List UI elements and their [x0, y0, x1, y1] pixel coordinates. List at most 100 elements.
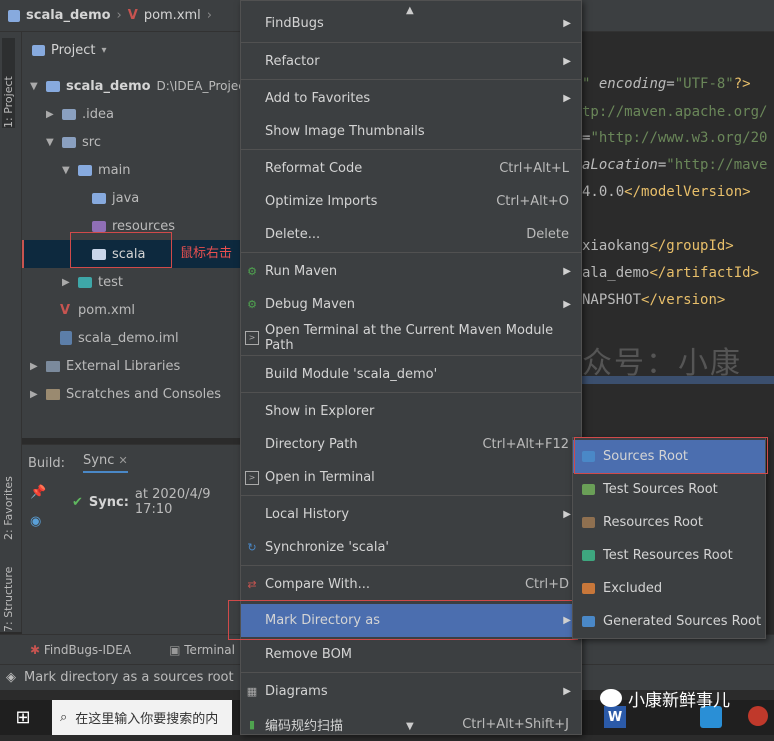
- code-line: ="http://www.w3.org/20: [582, 130, 768, 146]
- module-file-icon: [60, 331, 72, 345]
- menu-item-label: Directory Path: [265, 437, 358, 452]
- code-line: NAPSHOT</version>: [582, 292, 726, 308]
- tree-item-pom[interactable]: V pom.xml: [60, 296, 135, 324]
- menu-separator: [241, 355, 581, 356]
- windows-start-icon[interactable]: ⊞: [0, 707, 46, 728]
- menu-item-diagrams[interactable]: ▦ Diagrams ▶: [241, 675, 581, 708]
- left-toolbar: 1: Project 2: Favorites 7: Structure: [0, 32, 22, 632]
- submenu-item-generated-sources-root[interactable]: Generated Sources Root: [573, 605, 765, 638]
- breadcrumb-project[interactable]: scala_demo: [26, 8, 111, 23]
- tab-favorites[interactable]: 2: Favorites: [2, 450, 15, 540]
- menu-item-local-history[interactable]: Local History ▶: [241, 498, 581, 531]
- menu-item-open-terminal-maven[interactable]: > Open Terminal at the Current Maven Modu…: [241, 321, 581, 354]
- maven-file-icon: V: [60, 302, 71, 318]
- menu-item-shortcut: Ctrl+Alt+F12: [482, 437, 569, 452]
- code-line: " encoding="UTF-8"?>: [582, 76, 751, 92]
- tree-item-label: Scratches and Consoles: [66, 386, 222, 402]
- menu-item-label: Run Maven: [265, 264, 338, 279]
- menu-item-directory-path[interactable]: Directory Path Ctrl+Alt+F12: [241, 428, 581, 461]
- tab-sync-label: Sync: [83, 453, 115, 468]
- tree-item-label: pom.xml: [78, 302, 135, 318]
- menu-item-optimize-imports[interactable]: Optimize Imports Ctrl+Alt+O: [241, 185, 581, 218]
- menu-separator: [241, 42, 581, 43]
- snail-icon[interactable]: [748, 706, 768, 726]
- submenu-item-excluded[interactable]: Excluded: [573, 572, 765, 605]
- tab-sync[interactable]: Sync ✕: [83, 453, 128, 473]
- tree-item-java[interactable]: java: [92, 184, 139, 212]
- tree-item-label: src: [82, 134, 101, 150]
- tree-item-main[interactable]: ▼ main: [62, 156, 130, 184]
- menu-item-compare-with[interactable]: ⇄ Compare With... Ctrl+D: [241, 568, 581, 601]
- menu-item-synchronize[interactable]: ↻ Synchronize 'scala': [241, 531, 581, 564]
- menu-item-label: Synchronize 'scala': [265, 540, 390, 555]
- menu-item-run-maven[interactable]: ⚙ Run Maven ▶: [241, 255, 581, 288]
- menu-separator: [241, 79, 581, 80]
- highlight-box: [574, 437, 768, 474]
- library-icon: [46, 360, 60, 372]
- menu-item-label: Compare With...: [265, 577, 371, 592]
- tree-item-external-libraries[interactable]: ▶ External Libraries: [30, 352, 180, 380]
- tree-item-scratches[interactable]: ▶ Scratches and Consoles: [30, 380, 221, 408]
- folder-icon: [582, 484, 595, 495]
- submenu-arrow-icon: ▶: [563, 266, 571, 277]
- code-editor[interactable]: " encoding="UTF-8"?> tp://maven.apache.o…: [580, 68, 774, 408]
- tree-item-src[interactable]: ▼ src: [46, 128, 101, 156]
- project-panel-header[interactable]: Project ▾: [22, 32, 240, 68]
- tab-structure[interactable]: 7: Structure: [2, 542, 15, 632]
- highlight-box: [228, 600, 578, 640]
- taskbar-search[interactable]: ⌕ 在这里输入你要搜索的内: [52, 700, 232, 735]
- tab-project[interactable]: 1: Project: [2, 38, 15, 128]
- tool-terminal[interactable]: ▣ Terminal: [169, 643, 235, 657]
- folder-icon: [582, 616, 595, 627]
- submenu-item-resources-root[interactable]: Resources Root: [573, 506, 765, 539]
- chevron-down-icon: ▼: [46, 136, 54, 148]
- breadcrumb-file[interactable]: pom.xml: [144, 8, 201, 23]
- tree-item-idea[interactable]: ▶ .idea: [46, 100, 114, 128]
- menu-item-build-module[interactable]: Build Module 'scala_demo': [241, 358, 581, 391]
- chevron-down-icon: ▾: [101, 44, 107, 56]
- eye-icon[interactable]: ◉: [30, 514, 46, 529]
- maven-icon: V: [127, 8, 138, 23]
- menu-item-label: Reformat Code: [265, 161, 363, 176]
- menu-item-findbugs[interactable]: FindBugs ▶: [241, 7, 581, 40]
- submenu-item-test-sources-root[interactable]: Test Sources Root: [573, 473, 765, 506]
- menu-item-show-image-thumbnails[interactable]: Show Image Thumbnails: [241, 115, 581, 148]
- menu-item-show-in-explorer[interactable]: Show in Explorer: [241, 395, 581, 428]
- scroll-down-icon[interactable]: ▼: [406, 721, 414, 732]
- menu-item-debug-maven[interactable]: ⚙ Debug Maven ▶: [241, 288, 581, 321]
- build-panel: Build: Sync ✕ 📌 ◉ ✔ Sync: at 2020/4/9 17…: [22, 444, 240, 634]
- menu-separator: [241, 149, 581, 150]
- submenu-item-test-resources-root[interactable]: Test Resources Root: [573, 539, 765, 572]
- tree-item-label: scala: [112, 246, 146, 262]
- menu-item-reformat-code[interactable]: Reformat Code Ctrl+Alt+L: [241, 152, 581, 185]
- pin-icon[interactable]: 📌: [30, 485, 46, 500]
- menu-item-remove-bom[interactable]: Remove BOM: [241, 638, 581, 671]
- tree-item-scala[interactable]: scala: [92, 240, 145, 268]
- check-icon: ✔: [72, 494, 83, 510]
- menu-item-label: Open in Terminal: [265, 470, 375, 485]
- menu-separator: [241, 565, 581, 566]
- menu-item-label: Open Terminal at the Current Maven Modul…: [265, 322, 554, 353]
- sync-time: at 2020/4/9 17:10: [134, 487, 211, 517]
- folder-icon: [582, 583, 595, 594]
- menu-item-refactor[interactable]: Refactor ▶: [241, 45, 581, 78]
- close-icon[interactable]: ✕: [119, 454, 128, 467]
- menu-item-label: Debug Maven: [265, 297, 355, 312]
- submenu-arrow-icon: ▶: [563, 509, 571, 520]
- tree-item-test[interactable]: ▶ test: [62, 268, 123, 296]
- chevron-down-icon: ▼: [30, 80, 38, 92]
- wechat-name: 小康新鲜事儿: [628, 690, 730, 711]
- menu-item-add-to-favorites[interactable]: Add to Favorites ▶: [241, 82, 581, 115]
- menu-item-delete[interactable]: Delete... Delete: [241, 218, 581, 251]
- tree-item-label: .idea: [82, 106, 114, 122]
- tree-item-label: scala_demo.iml: [78, 330, 179, 346]
- folder-icon: [62, 108, 76, 120]
- debug-gear-icon: ⚙: [247, 298, 257, 311]
- code-line: xiaokang</groupId>: [582, 238, 734, 254]
- tree-item-root[interactable]: ▼ scala_demo D:\IDEA_Projects\s: [30, 72, 266, 100]
- menu-item-open-in-terminal[interactable]: > Open in Terminal: [241, 461, 581, 494]
- tool-findbugs[interactable]: ✱ FindBugs-IDEA: [30, 643, 131, 657]
- folder-icon: [92, 248, 106, 260]
- tree-item-iml[interactable]: scala_demo.iml: [60, 324, 179, 352]
- submenu-item-label: Generated Sources Root: [603, 614, 762, 629]
